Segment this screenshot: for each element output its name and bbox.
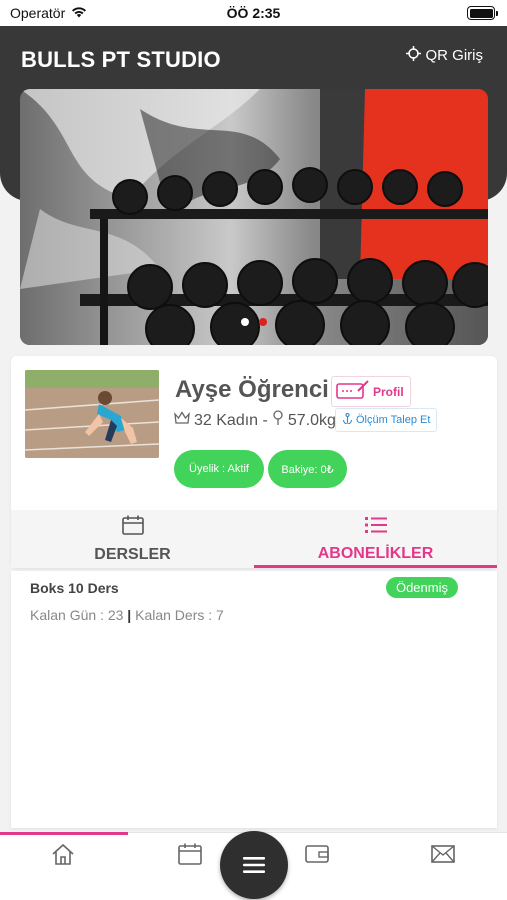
carrier-label: Operatör (10, 5, 66, 21)
profile-button-label: Profil (373, 384, 404, 399)
status-time: ÖÖ 2:35 (226, 5, 281, 21)
carousel-dots (20, 318, 488, 326)
qr-login-label: QR Giriş (425, 47, 484, 64)
membership-status-badge: Üyelik : Aktif (174, 450, 264, 488)
measurement-label: Ölçüm Talep Et (356, 414, 431, 426)
wifi-icon (71, 5, 87, 21)
avatar (25, 370, 159, 458)
home-icon[interactable] (50, 841, 76, 867)
profile-card: Ayşe Öğrenci Profil 32 Kadın - 57.0kg Öl… (11, 356, 497, 568)
scale-icon (272, 410, 284, 431)
qr-login-button[interactable]: QR Giriş (405, 46, 484, 65)
payment-status-badge: Ödenmiş (385, 577, 458, 598)
menu-icon (243, 850, 265, 881)
anchor-icon (342, 412, 353, 427)
profile-button[interactable]: Profil (331, 376, 411, 407)
tab-lessons-label: DERSLER (94, 545, 171, 563)
subscriptions-list: Boks 10 Ders Ödenmiş Kalan Gün : 23 | Ka… (11, 571, 497, 828)
menu-button[interactable] (220, 831, 288, 899)
crosshair-icon (405, 46, 421, 65)
list-icon (364, 516, 387, 539)
carousel-dot-active[interactable] (259, 318, 267, 326)
detail-separator: | (127, 607, 132, 623)
status-bar: Operatör ÖÖ 2:35 (0, 0, 507, 26)
weight-value: 57.0kg (287, 411, 336, 429)
member-stats: 32 Kadın - 57.0kg (174, 410, 336, 431)
gym-dumbbells-image (20, 89, 488, 345)
subscription-details: Kalan Gün : 23 | Kalan Ders : 7 (30, 607, 224, 623)
edit-card-icon (336, 379, 370, 404)
request-measurement-button[interactable]: Ölçüm Talep Et (335, 408, 438, 432)
remaining-lessons: Kalan Ders : 7 (135, 607, 224, 623)
subscription-title: Boks 10 Ders (30, 580, 119, 596)
age-gender: 32 Kadın - (194, 411, 268, 429)
mail-icon[interactable] (430, 841, 456, 867)
remaining-days: Kalan Gün : 23 (30, 607, 124, 623)
active-tab-indicator (0, 832, 128, 835)
battery-icon (467, 6, 498, 20)
tab-bar: DERSLER ABONELİKLER (11, 510, 497, 568)
calendar-icon[interactable] (177, 841, 203, 867)
carousel-dot[interactable] (241, 318, 249, 326)
balance-badge: Bakiye: 0₺ (268, 450, 347, 488)
tab-subscriptions-label: ABONELİKLER (317, 544, 434, 562)
tab-subscriptions[interactable]: ABONELİKLER (254, 510, 497, 568)
calendar-icon (121, 515, 144, 540)
member-name: Ayşe Öğrenci (175, 376, 329, 403)
tab-lessons[interactable]: DERSLER (11, 510, 254, 568)
banner-carousel[interactable] (20, 89, 488, 345)
app-title: BULLS PT STUDIO (21, 47, 221, 72)
wallet-icon[interactable] (304, 841, 330, 867)
crown-icon (174, 411, 190, 430)
